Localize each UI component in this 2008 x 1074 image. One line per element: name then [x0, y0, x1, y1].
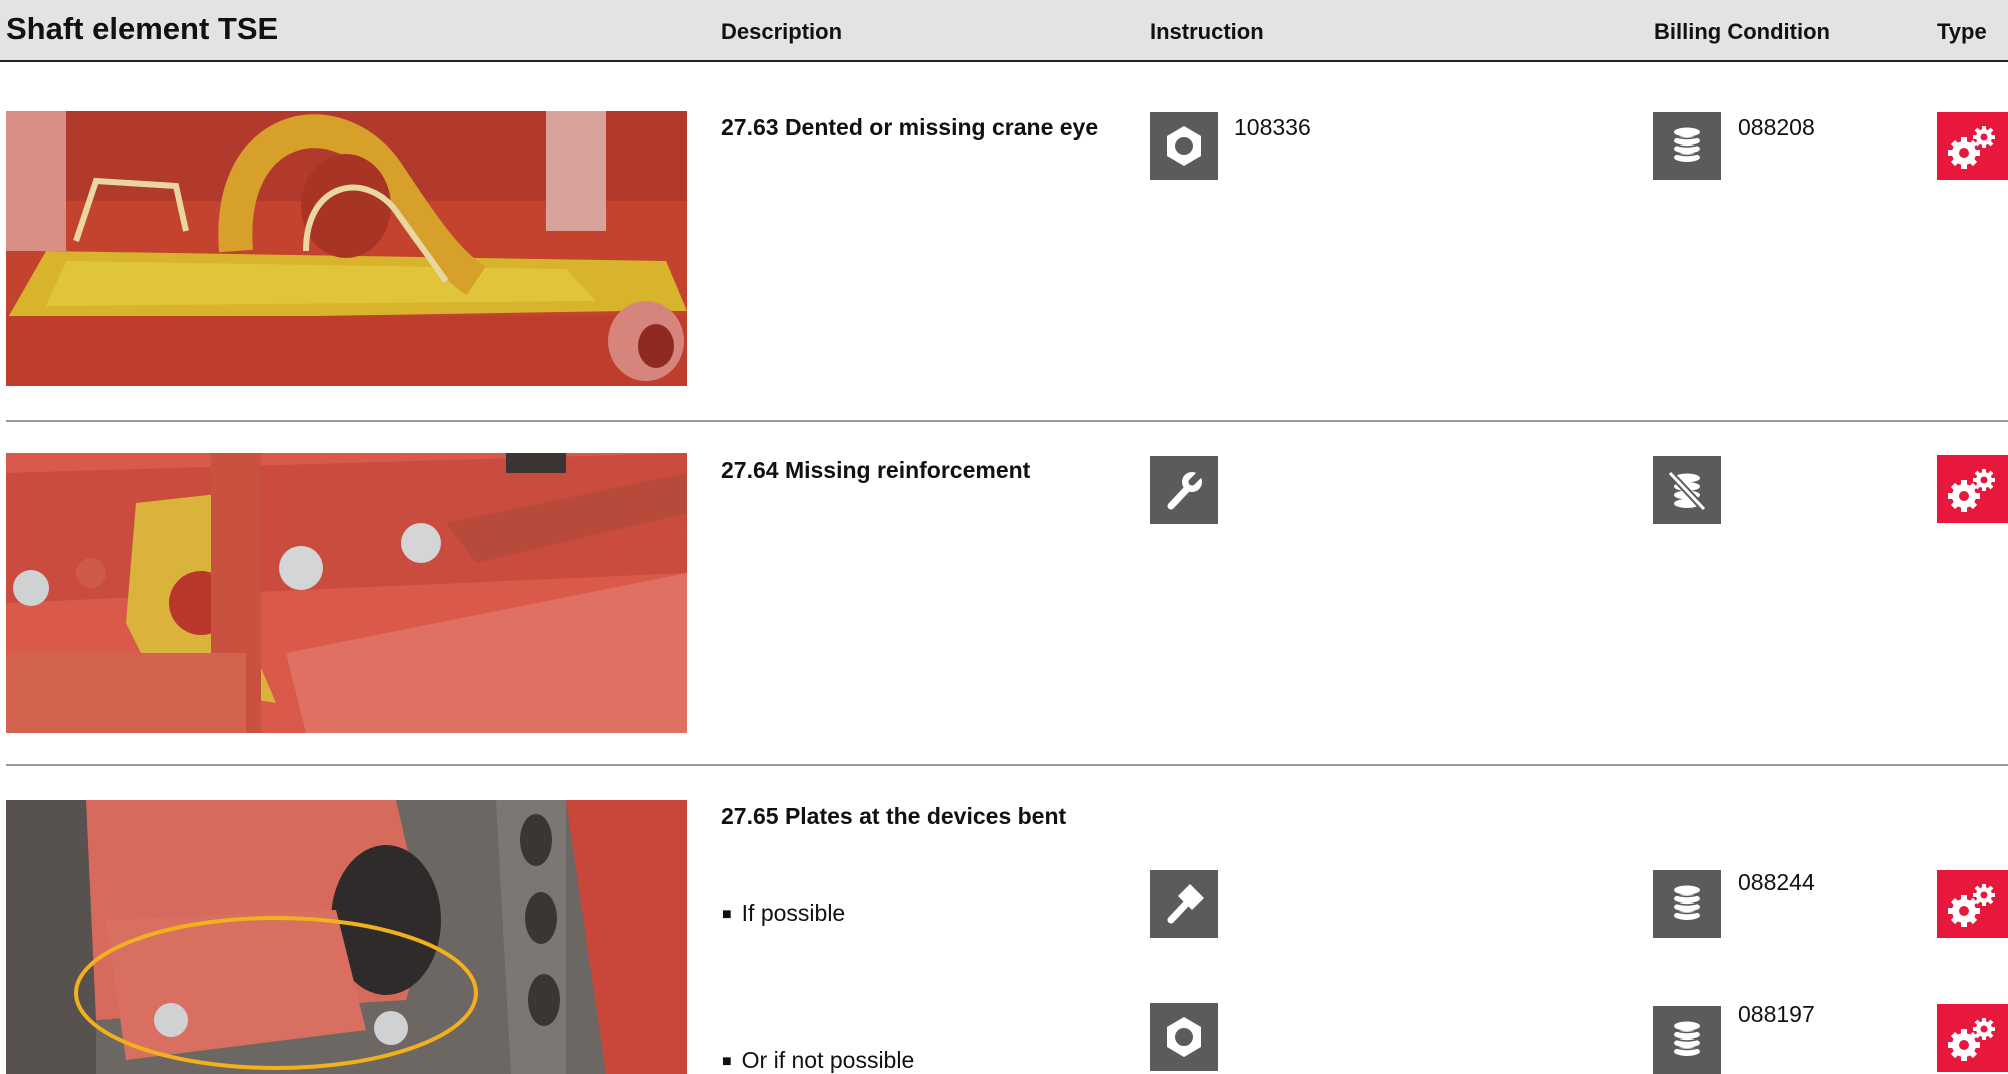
item-description-27-64: 27.64 Missing reinforcement: [721, 457, 1031, 483]
bullet-icon: ■: [722, 1053, 732, 1070]
missing-reinforcement-photo: [6, 453, 687, 733]
billing-number: 088197: [1738, 1001, 1815, 1027]
dented-crane-eye-photo: [6, 111, 687, 386]
item-description-27-65: 27.65 Plates at the devices bent: [721, 803, 1067, 829]
instruction-number: 108336: [1234, 114, 1311, 140]
column-header-description: Description: [721, 19, 843, 44]
bent-plates-photo: [6, 800, 687, 1074]
no-billing-icon: [1653, 456, 1721, 524]
coins-icon: [1653, 112, 1721, 180]
billing-number: 088208: [1738, 114, 1815, 140]
hammer-icon: [1150, 870, 1218, 938]
wrench-icon: [1150, 456, 1218, 524]
item-description-27-63: 27.63 Dented or missing crane eye: [721, 114, 1099, 140]
option-text: Or if not possible: [741, 1047, 915, 1073]
gears-icon: [1937, 112, 2008, 180]
billing-number: 088244: [1738, 869, 1815, 895]
nut-icon: [1150, 112, 1218, 180]
gears-icon: [1937, 1004, 2008, 1072]
option-label: ■ If possible: [722, 900, 845, 927]
bullet-icon: ■: [722, 906, 732, 923]
page-title: Shaft element TSE: [6, 11, 279, 46]
row-divider: [6, 420, 2008, 422]
coins-icon: [1653, 1006, 1721, 1074]
option-label: ■ Or if not possible: [722, 1047, 914, 1074]
column-header-type: Type: [1937, 19, 1987, 44]
gears-icon: [1937, 455, 2008, 523]
column-header-instruction: Instruction: [1150, 19, 1264, 44]
table-header: Shaft element TSE Description Instructio…: [0, 0, 2008, 62]
column-header-billing: Billing Condition: [1654, 19, 1830, 44]
row-divider: [6, 764, 2008, 766]
gears-icon: [1937, 870, 2008, 938]
option-text: If possible: [741, 900, 846, 926]
nut-icon: [1150, 1003, 1218, 1071]
coins-icon: [1653, 870, 1721, 938]
